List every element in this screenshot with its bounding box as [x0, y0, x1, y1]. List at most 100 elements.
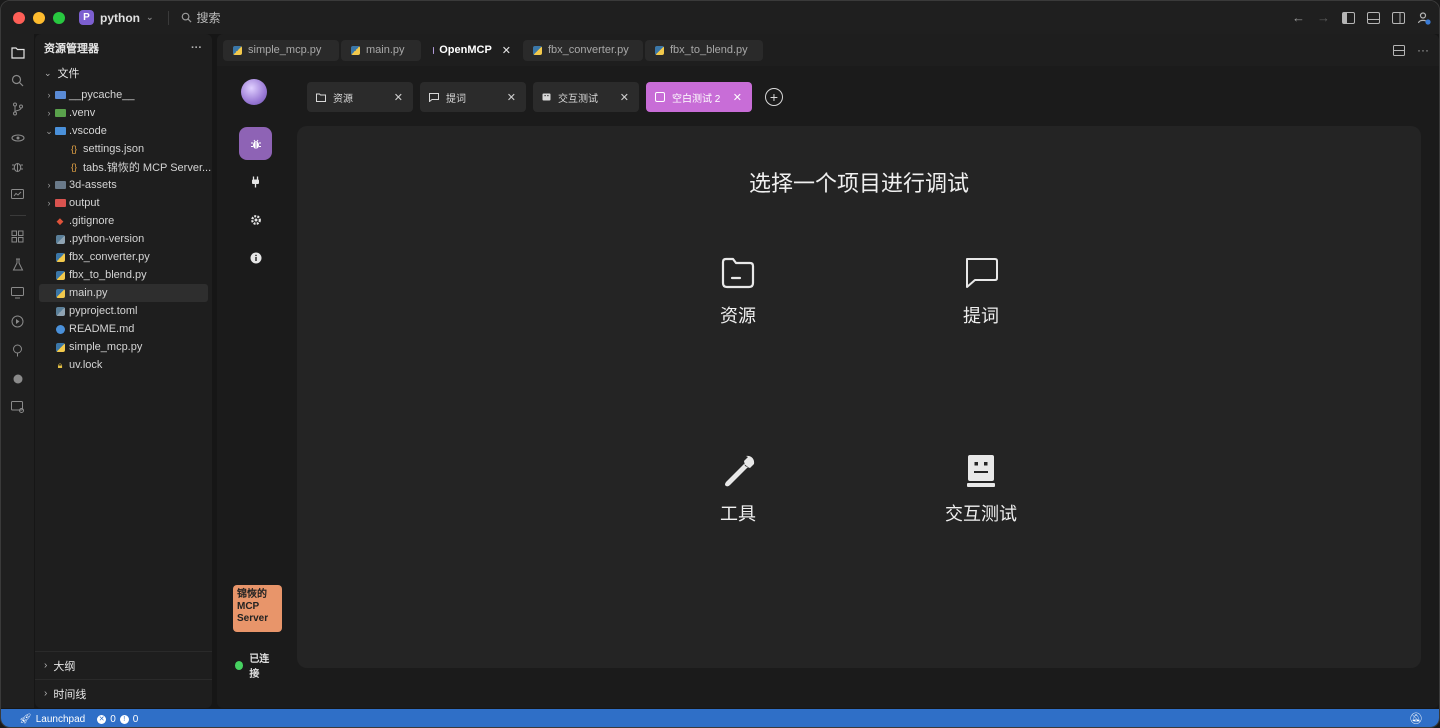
project-switcher[interactable]: P python ⌄	[79, 10, 154, 25]
launchpad-item[interactable]: 🚀︎ Launchpad	[19, 714, 85, 725]
tab-fbx-to-blend[interactable]: fbx_to_blend.py	[645, 39, 763, 61]
problems-item[interactable]: ✕ 0 ! 0	[97, 714, 138, 725]
tree-item-fbx-converter[interactable]: fbx_converter.py	[35, 248, 212, 266]
timeline-section-header[interactable]: › 时间线	[35, 679, 212, 707]
more-actions-icon[interactable]: ···	[1417, 43, 1429, 57]
toggle-sidebar-icon[interactable]	[1342, 11, 1355, 24]
tree-item-simple-mcp[interactable]: simple_mcp.py	[35, 338, 212, 356]
close-tab-icon[interactable]: ✕	[394, 91, 403, 104]
option-prompts[interactable]: 提词	[911, 256, 1051, 328]
timeline-label: 时间线	[53, 688, 87, 701]
toggle-secondary-sidebar-icon[interactable]	[1392, 11, 1405, 24]
minimize-window-button[interactable]	[33, 11, 45, 24]
close-tab-icon[interactable]: ✕	[733, 91, 742, 104]
back-arrow-icon[interactable]: ←	[1292, 10, 1305, 25]
option-interactive-test[interactable]: 交互测试	[911, 454, 1051, 526]
error-count: 0	[110, 713, 116, 725]
project-badge: P	[79, 10, 94, 25]
explorer-icon[interactable]	[1, 38, 34, 67]
tab-label: 提词	[446, 93, 466, 105]
chevron-right-icon: ›	[47, 90, 51, 100]
python-environment-icon[interactable]	[1, 308, 34, 337]
source-control-icon[interactable]	[1, 95, 34, 124]
server-name-badge[interactable]: 锦恢的 MCP Server	[233, 585, 282, 632]
about-nav-button[interactable]	[239, 241, 272, 274]
tree-icon[interactable]	[1, 336, 34, 365]
gear-icon	[250, 214, 261, 225]
toml-file-icon	[54, 306, 66, 316]
tab-simple-mcp[interactable]: simple_mcp.py	[223, 39, 339, 61]
editor-tab-bar: simple_mcp.py main.py OpenMCP ✕ fbx_conv…	[217, 34, 1439, 66]
tab-openmcp[interactable]: OpenMCP ✕	[423, 40, 521, 61]
tab-interactive-test[interactable]: 交互测试 ✕	[533, 82, 639, 112]
json-braces-icon: {}	[70, 162, 77, 172]
close-tab-icon[interactable]: ✕	[507, 91, 516, 104]
debug-nav-button[interactable]	[239, 127, 272, 160]
forward-arrow-icon[interactable]: →	[1317, 10, 1330, 25]
remote-monitor-icon[interactable]	[1, 279, 34, 308]
git-icon: ◆	[56, 215, 64, 226]
close-tab-icon[interactable]: ✕	[620, 91, 629, 104]
option-label: 提词	[963, 306, 999, 326]
testing-flask-icon[interactable]	[1, 251, 34, 280]
remote-explorer-icon[interactable]	[1, 124, 34, 153]
option-resources[interactable]: 资源	[668, 256, 808, 328]
notifications-bell-icon[interactable]: 🔕︎	[1409, 712, 1423, 725]
debug-icon[interactable]	[1, 152, 34, 181]
settings-nav-button[interactable]	[239, 203, 272, 236]
close-tab-icon[interactable]: ✕	[502, 44, 511, 57]
tab-fbx-converter[interactable]: fbx_converter.py	[523, 39, 643, 61]
split-editor-icon[interactable]	[1393, 44, 1405, 56]
python-file-icon	[54, 234, 66, 244]
tab-label: fbx_to_blend.py	[670, 44, 748, 56]
openmcp-icon[interactable]	[1, 365, 34, 394]
folder-icon	[721, 257, 755, 289]
search-icon[interactable]	[1, 67, 34, 96]
tab-label: main.py	[366, 44, 405, 56]
tree-item-uv-lock[interactable]: 🔒︎ uv.lock	[35, 356, 212, 374]
python-file-icon	[54, 252, 66, 262]
extensions-icon[interactable]	[1, 222, 34, 251]
remote-window-icon[interactable]	[1, 393, 34, 422]
command-search[interactable]: 搜索	[181, 9, 221, 26]
tree-item-settings-json[interactable]: {} settings.json	[35, 140, 212, 158]
tree-item-output[interactable]: › output	[35, 194, 212, 212]
toggle-panel-icon[interactable]	[1367, 11, 1380, 24]
more-actions-icon[interactable]: ···	[191, 42, 202, 54]
accounts-icon[interactable]	[1417, 11, 1431, 25]
folder-icon	[54, 108, 66, 118]
tree-item-vscode[interactable]: ⌄ .vscode	[35, 122, 212, 140]
outline-section-header[interactable]: › 大纲	[35, 651, 212, 679]
tree-item-python-version[interactable]: .python-version	[35, 230, 212, 248]
connection-nav-button[interactable]	[239, 165, 272, 198]
search-icon	[181, 12, 192, 23]
launchpad-label: Launchpad	[35, 713, 86, 725]
tree-item-venv[interactable]: › .venv	[35, 104, 212, 122]
tab-blank-test-2[interactable]: 空白测试 2 ✕	[646, 82, 752, 112]
tree-item-main-py[interactable]: main.py	[39, 284, 208, 302]
warning-count: 0	[132, 713, 139, 725]
info-icon	[250, 252, 261, 263]
maximize-window-button[interactable]	[53, 11, 65, 24]
add-tab-button[interactable]: +	[765, 88, 783, 106]
option-tools[interactable]: 工具	[668, 454, 808, 526]
files-section-header[interactable]: ⌄ 文件	[35, 62, 212, 84]
tab-prompts[interactable]: 提词 ✕	[420, 82, 526, 112]
tab-main-py[interactable]: main.py	[341, 39, 421, 61]
tree-item-fbx-to-blend[interactable]: fbx_to_blend.py	[35, 266, 212, 284]
tab-label: simple_mcp.py	[248, 44, 322, 56]
monitor-chart-icon[interactable]	[1, 181, 34, 210]
tree-item-3d-assets[interactable]: › 3d-assets	[35, 176, 212, 194]
page-title: 选择一个项目进行调试	[748, 171, 969, 196]
robot-icon	[542, 93, 551, 100]
tree-item-tabs-json[interactable]: {} tabs.锦恢的 MCP Server...	[35, 158, 212, 176]
tab-resources[interactable]: 资源 ✕	[307, 82, 413, 112]
tree-item-readme[interactable]: README.md	[35, 320, 212, 338]
close-window-button[interactable]	[13, 11, 25, 24]
tree-item-pycache[interactable]: › __pycache__	[35, 86, 212, 104]
tree-item-pyproject[interactable]: pyproject.toml	[35, 302, 212, 320]
chevron-down-icon: ⌄	[44, 67, 52, 78]
tree-item-label: .gitignore	[69, 215, 115, 227]
chevron-down-icon: ⌄	[45, 125, 53, 136]
tree-item-gitignore[interactable]: ◆ .gitignore	[35, 212, 212, 230]
